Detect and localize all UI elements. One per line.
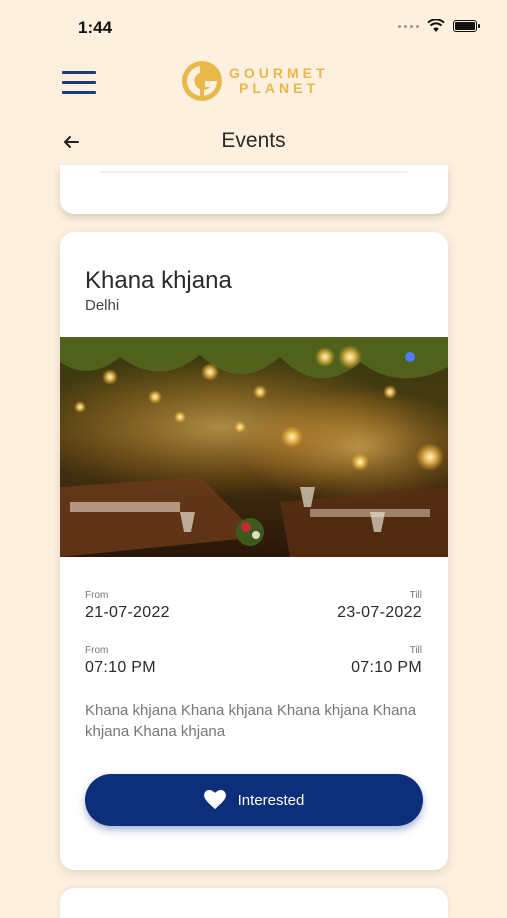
page-title: Events (221, 129, 286, 152)
event-description: Khana khjana Khana khjana Khana khjana K… (85, 702, 417, 740)
date-till-label: Till (409, 590, 422, 601)
date-till-value: 23-07-2022 (337, 604, 422, 621)
menu-button[interactable] (62, 71, 98, 97)
logo-text: GOURMET PLANET (229, 65, 329, 96)
interested-button[interactable]: Interested (85, 774, 423, 826)
time-till: Till 07:10 PM (351, 645, 422, 677)
date-from-value: 21-07-2022 (85, 604, 170, 621)
date-from-label: From (85, 590, 109, 601)
event-name: Khana khjana (85, 267, 232, 294)
time-from: From 07:10 PM (85, 645, 156, 677)
date-from: From 21-07-2022 (85, 590, 170, 622)
heart-icon (203, 790, 226, 810)
time-till-label: Till (409, 645, 422, 656)
battery-icon (453, 20, 480, 32)
signal-icon (398, 24, 419, 28)
event-image (60, 337, 448, 557)
app-header: GOURMET PLANET (0, 55, 507, 110)
date-row: From 21-07-2022 Till 23-07-2022 (85, 590, 422, 630)
gourmet-planet-logo: GOURMET PLANET (181, 60, 329, 102)
event-city: Delhi (85, 297, 120, 314)
event-card-next[interactable] (60, 888, 448, 918)
time-row: From 07:10 PM Till 07:10 PM (85, 645, 422, 685)
wifi-icon (427, 19, 445, 32)
status-bar: 1:44 (0, 0, 507, 50)
time-from-label: From (85, 645, 109, 656)
nav-bar: Events (0, 122, 507, 162)
event-card-previous[interactable] (60, 165, 448, 214)
status-time: 1:44 (78, 18, 113, 37)
status-icons (398, 19, 480, 33)
date-till: Till 23-07-2022 (337, 590, 422, 622)
interested-button-label: Interested (237, 791, 305, 809)
menu-icon (62, 71, 98, 94)
logo-globe-icon (182, 61, 222, 101)
event-card[interactable]: Khana khjana Delhi From 21-07-2022 Till … (60, 232, 448, 870)
time-till-value: 07:10 PM (351, 659, 422, 676)
time-from-value: 07:10 PM (85, 659, 156, 676)
